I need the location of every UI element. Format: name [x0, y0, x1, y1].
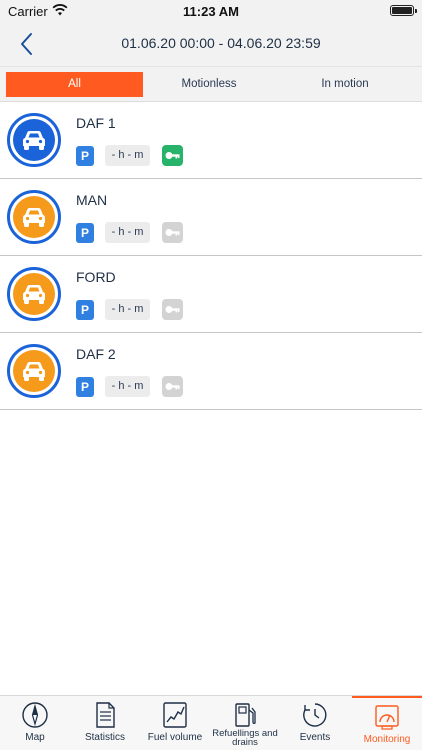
ignition-key-badge: [162, 299, 183, 320]
vehicle-row[interactable]: DAF 2 P - h - m: [0, 333, 422, 410]
key-icon: [165, 383, 180, 390]
parking-badge: P: [76, 223, 94, 243]
vehicle-avatar: [7, 344, 61, 398]
vehicle-list: DAF 1 P - h - m MAN P - h - m FORD P - h…: [0, 102, 422, 410]
nav-monitoring[interactable]: Monitoring: [352, 696, 422, 750]
vehicle-row[interactable]: DAF 1 P - h - m: [0, 102, 422, 179]
key-icon: [165, 306, 180, 313]
key-icon: [165, 152, 180, 159]
car-icon: [23, 362, 45, 381]
back-button[interactable]: [14, 30, 42, 58]
parking-badge: P: [76, 377, 94, 397]
car-icon: [23, 285, 45, 304]
parking-badge: P: [76, 146, 94, 166]
fuel-pump-icon: [235, 703, 256, 727]
duration-value: - h - m: [105, 145, 150, 166]
vehicle-name: MAN: [76, 192, 108, 208]
vehicle-row[interactable]: MAN P - h - m: [0, 179, 422, 256]
car-icon: [23, 131, 45, 150]
status-bar: Carrier 11:23 AM: [0, 0, 422, 22]
nav-fuel-volume-label: Fuel volume: [147, 732, 203, 743]
clock-icon: [303, 703, 327, 727]
chart-icon: [163, 702, 187, 728]
nav-statistics-label: Statistics: [84, 732, 125, 743]
nav-map[interactable]: Map: [0, 696, 70, 750]
nav-events[interactable]: Events: [280, 696, 350, 750]
vehicle-avatar: [7, 190, 61, 244]
parking-badge: P: [76, 300, 94, 320]
monitor-icon: [375, 705, 399, 730]
vehicle-row[interactable]: FORD P - h - m: [0, 256, 422, 333]
tab-motionless[interactable]: Motionless: [143, 72, 275, 97]
ignition-key-badge: [162, 222, 183, 243]
filter-tabs: All Motionless In motion: [0, 66, 422, 102]
document-icon: [96, 702, 115, 728]
nav-monitoring-label: Monitoring: [363, 734, 411, 745]
vehicle-name: DAF 2: [76, 346, 116, 362]
nav-fuel-volume[interactable]: Fuel volume: [140, 696, 210, 750]
vehicle-name: FORD: [76, 269, 116, 285]
nav-refuellings-label: Refuellings and drains: [212, 728, 278, 748]
vehicle-avatar: [7, 113, 61, 167]
monitoring-screen: Carrier 11:23 AM 01.06.20 00:00 - 04.06.…: [0, 0, 422, 750]
nav-events-label: Events: [299, 732, 331, 743]
duration-value: - h - m: [105, 299, 150, 320]
duration-value: - h - m: [105, 376, 150, 397]
duration-value: - h - m: [105, 222, 150, 243]
compass-icon: [22, 702, 48, 728]
tab-all[interactable]: All: [6, 72, 143, 97]
date-range-title[interactable]: 01.06.20 00:00 - 04.06.20 23:59: [60, 35, 382, 51]
vehicle-name: DAF 1: [76, 115, 116, 131]
tab-in-motion[interactable]: In motion: [275, 72, 415, 97]
car-icon: [23, 208, 45, 227]
battery-icon: [390, 5, 417, 16]
vehicle-avatar: [7, 267, 61, 321]
nav-refuellings-and-drains[interactable]: Refuellings and drains: [210, 696, 280, 750]
status-time: 11:23 AM: [183, 4, 239, 19]
header: 01.06.20 00:00 - 04.06.20 23:59: [0, 22, 422, 66]
bottom-tab-bar: Map Statistics Fuel volume Refuellings a…: [0, 695, 422, 750]
ignition-key-badge: [162, 145, 183, 166]
nav-statistics[interactable]: Statistics: [70, 696, 140, 750]
key-icon: [165, 229, 180, 236]
chevron-left-icon: [21, 33, 32, 55]
ignition-key-badge: [162, 376, 183, 397]
nav-map-label: Map: [25, 732, 45, 743]
